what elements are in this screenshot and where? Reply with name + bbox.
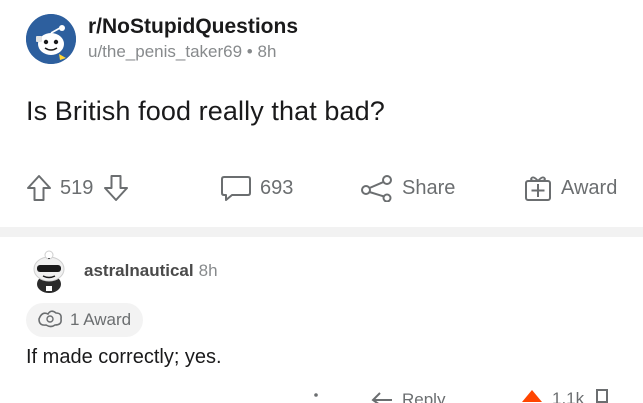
snoo-mascot-icon (26, 14, 76, 64)
comment-action-bar: Reply 1.1k (0, 388, 643, 403)
gift-box-icon (523, 174, 553, 202)
post-action-bar: 519 693 Share Award (26, 170, 636, 210)
post-meta-block: r/NoStupidQuestions u/the_penis_taker69 … (88, 15, 298, 63)
meta-separator: • (246, 42, 253, 61)
arrow-down-icon[interactable] (594, 388, 610, 403)
comment-count: 693 (260, 176, 294, 199)
post-author[interactable]: u/the_penis_taker69 (88, 42, 242, 61)
post-age: 8h (257, 42, 277, 61)
subreddit-name[interactable]: r/NoStupidQuestions (88, 15, 298, 39)
comment-vote-group: 1.1k (520, 388, 610, 403)
comment-body: If made correctly; yes. (26, 346, 222, 368)
subreddit-avatar[interactable] (26, 14, 76, 64)
comment-age: 8h (198, 261, 218, 280)
award-count-label: 1 Award (70, 310, 132, 329)
commenter-avatar[interactable] (26, 248, 72, 294)
reply-arrow-icon (370, 390, 394, 403)
award-label: Award (561, 176, 618, 199)
award-ribbon-icon (36, 307, 64, 334)
post-header: r/NoStupidQuestions u/the_penis_taker69 … (26, 14, 298, 64)
share-label: Share (402, 176, 456, 199)
comment-award-chip[interactable]: 1 Award (26, 303, 144, 337)
commenter-username[interactable]: astralnautical (84, 261, 194, 281)
reddit-post-page: r/NoStupidQuestions u/the_penis_taker69 … (0, 0, 643, 403)
more-options-icon[interactable] (313, 388, 319, 403)
comments-button[interactable]: 693 (220, 174, 293, 202)
post-author-line: u/the_penis_taker69 • 8h (88, 41, 298, 63)
post-title[interactable]: Is British food really that bad? (26, 96, 385, 127)
share-icon (360, 174, 394, 202)
vote-group: 519 (26, 174, 129, 202)
speech-bubble-icon (220, 174, 252, 202)
section-divider (0, 227, 643, 237)
reply-button[interactable]: Reply (370, 390, 445, 403)
arrow-down-icon[interactable] (103, 174, 129, 202)
snoo-avatar-icon (33, 250, 65, 293)
arrow-up-icon[interactable] (26, 174, 52, 202)
comment-score: 1.1k (552, 388, 585, 403)
upvote-count: 519 (60, 176, 94, 199)
arrow-up-icon[interactable] (520, 388, 544, 403)
award-button[interactable]: Award (523, 174, 617, 202)
reply-label: Reply (402, 390, 446, 403)
comment-header: astralnautical 8h (26, 248, 218, 294)
share-button[interactable]: Share (360, 174, 455, 202)
